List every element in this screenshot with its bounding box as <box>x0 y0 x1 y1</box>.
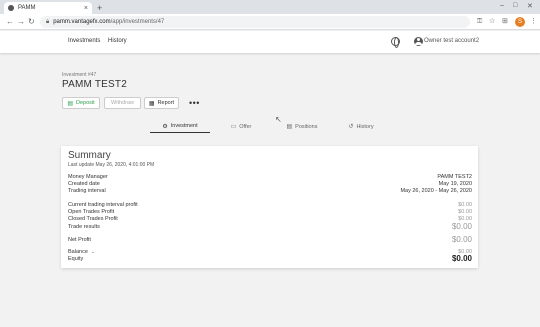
row-value: $0.00 <box>458 209 472 215</box>
close-window-icon[interactable]: ✕ <box>527 2 533 10</box>
reload-icon[interactable]: ↻ <box>28 17 35 27</box>
menu-dots-icon[interactable]: ⋮ <box>530 17 537 27</box>
report-button[interactable]: ▦ Report <box>144 97 179 109</box>
tab-label: Positions <box>295 123 318 130</box>
tab-label: Offer <box>239 123 252 130</box>
browser-tabstrip: PAMM × + – □ ✕ <box>0 0 540 14</box>
row-label: Closed Trades Profit <box>68 216 118 222</box>
row-label: Current trading interval profit <box>68 202 138 208</box>
star-icon[interactable]: ☆ <box>489 17 495 27</box>
row-label: Balance <box>68 249 88 255</box>
investment-tabs: ⚙︎ Investment ▭ Offer ▤ Positions ↺ Hist… <box>150 120 390 133</box>
summary-title: Summary <box>68 150 111 161</box>
extension-icon[interactable]: ⊞ <box>502 17 508 27</box>
tab-label: History <box>356 123 374 130</box>
row-label: Open Trades Profit <box>68 209 115 215</box>
minimize-icon[interactable]: – <box>500 2 504 9</box>
back-icon[interactable]: ← <box>6 17 14 27</box>
deposit-label: Deposit <box>76 100 95 106</box>
lock-icon: 🔒︎ <box>46 18 50 25</box>
browser-toolbar: ← → ↻ 🔒︎ pamm.vantagefx.com /app/investm… <box>0 14 540 30</box>
row-value: May 19, 2020 <box>438 181 472 187</box>
user-name[interactable]: Owner test account2 <box>424 38 479 44</box>
url-host: pamm.vantagefx.com <box>53 19 111 25</box>
history-icon: ↺ <box>348 124 354 130</box>
address-bar[interactable]: 🔒︎ pamm.vantagefx.com /app/investments/4… <box>40 16 470 28</box>
row-label: Trading interval <box>68 188 106 194</box>
withdraw-label: Withdraw <box>111 100 134 106</box>
profile-avatar[interactable]: S <box>515 17 525 27</box>
balance-label[interactable]: Balance ⌄ <box>68 249 95 255</box>
close-tab-icon[interactable]: × <box>84 5 88 12</box>
tab-label: Investment <box>170 123 198 129</box>
row-label: Net Profit <box>68 237 91 243</box>
new-tab-button[interactable]: + <box>97 2 102 14</box>
row-label: Trade results <box>68 224 100 230</box>
tab-offer[interactable]: ▭ Offer <box>216 120 266 133</box>
row-value: $0.00 <box>451 235 472 244</box>
browser-tab-title: PAMM <box>18 5 36 11</box>
last-update: Last update May 26, 2020, 4:01:00 PM <box>68 162 155 168</box>
tab-investment[interactable]: ⚙︎ Investment <box>150 120 210 133</box>
row-value: PAMM TEST2 <box>437 174 472 180</box>
row-value: May 26, 2020 - May 26, 2020 <box>400 188 472 194</box>
globe-icon[interactable] <box>391 37 400 48</box>
deposit-button[interactable]: ▤ Deposit <box>62 97 100 109</box>
withdraw-button[interactable]: Withdraw <box>104 97 141 109</box>
user-icon[interactable] <box>414 37 423 46</box>
tab-history[interactable]: ↺ History <box>336 120 386 133</box>
document-icon: ▭ <box>230 124 237 130</box>
investment-label: Investment #47 <box>62 72 97 78</box>
gear-icon: ⚙︎ <box>162 123 168 130</box>
row-value: $0.00 <box>451 222 472 231</box>
tab-positions[interactable]: ▤ Positions <box>274 120 330 133</box>
favicon-icon <box>8 5 14 11</box>
row-label: Equity <box>68 256 84 262</box>
report-icon: ▦ <box>148 100 155 107</box>
url-path: /app/investments/47 <box>110 19 165 25</box>
row-value: $0.00 <box>451 254 472 263</box>
row-value: $0.00 <box>458 202 472 208</box>
row-label: Created date <box>68 181 100 187</box>
more-options-button[interactable]: ••• <box>189 98 200 108</box>
list-icon: ▤ <box>286 124 293 130</box>
report-label: Report <box>157 100 175 106</box>
row-label: Money Manager <box>68 174 108 180</box>
app-header: Investments History Owner test account2 <box>0 31 540 53</box>
nav-investments[interactable]: Investments <box>68 38 100 44</box>
key-icon[interactable]: ⚿ <box>477 17 482 27</box>
nav-history[interactable]: History <box>108 38 127 44</box>
chevron-down-icon[interactable]: ⌄ <box>91 249 95 255</box>
browser-tab[interactable]: PAMM × <box>4 2 92 14</box>
deposit-icon: ▤ <box>67 100 73 107</box>
maximize-icon[interactable]: □ <box>513 2 517 9</box>
summary-card: Summary Last update May 26, 2020, 4:01:0… <box>61 146 478 268</box>
forward-icon[interactable]: → <box>17 17 25 27</box>
page-title: PAMM TEST2 <box>62 79 127 90</box>
